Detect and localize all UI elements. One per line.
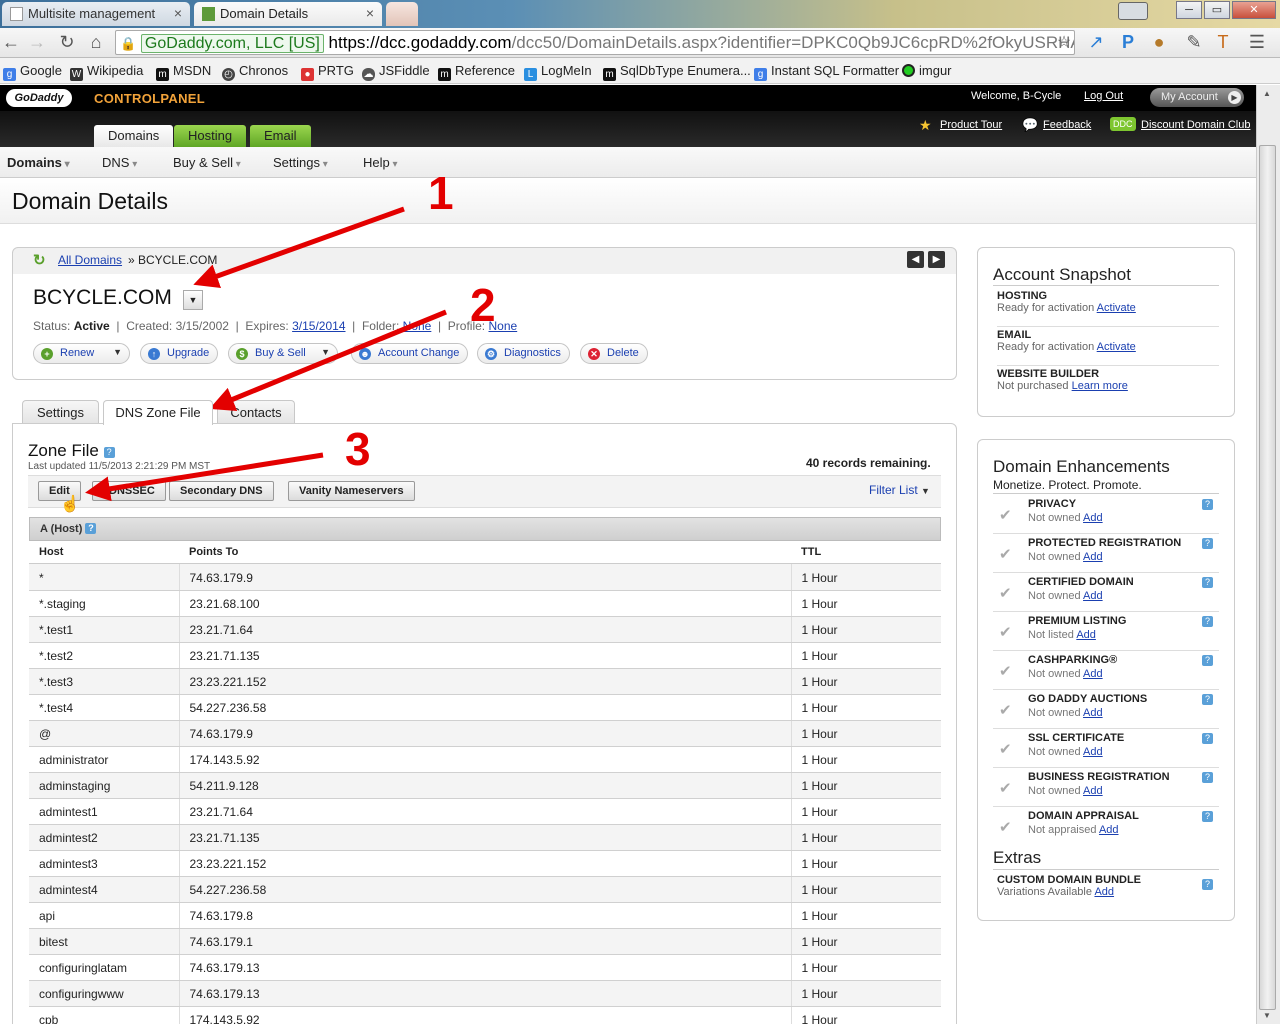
annotation-number-1: 1 [428, 167, 454, 219]
tab-dns-zone-file[interactable]: DNS Zone File [103, 400, 213, 425]
annotation-arrow-1 [193, 206, 405, 289]
annotation-arrow-2 [209, 309, 447, 411]
annotation-number-2: 2 [470, 279, 496, 331]
annotation-arrow-3 [85, 452, 324, 502]
annotation-number-3: 3 [345, 423, 371, 475]
annotation-arrows [85, 206, 447, 502]
